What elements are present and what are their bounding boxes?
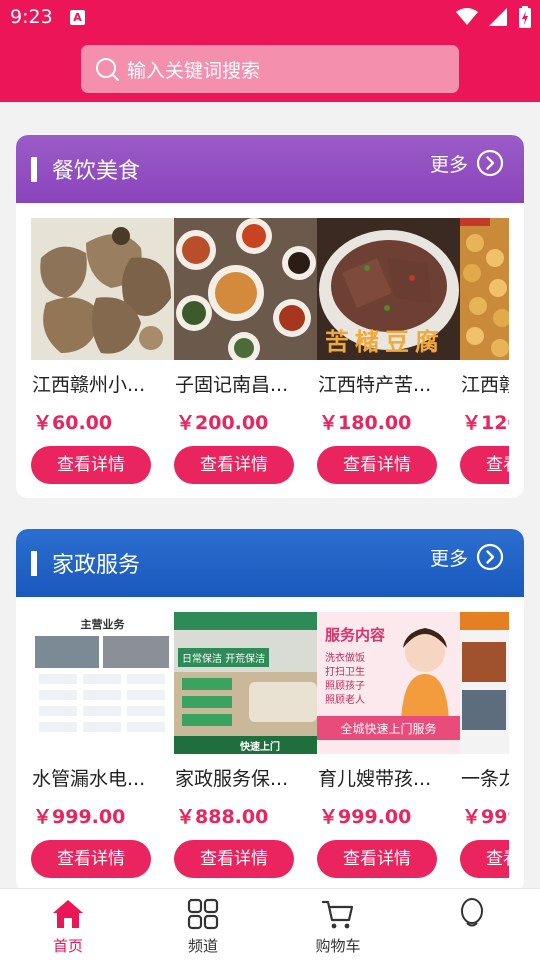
tab-label: 购物车	[315, 937, 361, 955]
more-button[interactable]: 更多	[430, 543, 504, 571]
image-caption: 苦槠豆腐	[325, 328, 445, 356]
product-price: ￥888.00	[176, 806, 269, 828]
image-title: 服务内容	[325, 626, 386, 644]
tab-profile[interactable]	[432, 897, 512, 957]
image-list-item: 照顾老人	[325, 695, 365, 706]
wifi-icon	[456, 8, 478, 25]
section-housekeeping: 家政服务 更多 主营业务 水管漏水电... ￥999.00 查看详情 日常保洁 …	[16, 529, 524, 888]
image-title: 主营业务	[80, 618, 125, 631]
product-card[interactable]: 日常保洁 开荒保洁 快速上门 家政服务保... ￥888.00 查看详情	[174, 612, 317, 882]
image-title: 日常保洁 开荒保洁	[178, 648, 270, 667]
product-price: ￥60.00	[33, 412, 113, 434]
grid-icon	[187, 898, 219, 930]
product-name: 江西赣州小...	[32, 374, 146, 396]
search-input[interactable]: 输入关键词搜索	[127, 56, 260, 83]
header: 输入关键词搜索	[0, 36, 540, 102]
cart-icon	[321, 900, 354, 929]
more-label: 更多	[429, 547, 468, 570]
view-details-button[interactable]: 查看详情	[460, 840, 509, 878]
product-price: ￥200.00	[176, 412, 269, 434]
battery-icon	[519, 6, 531, 28]
more-label: 更多	[429, 153, 468, 176]
tab-cart[interactable]: 购物车	[298, 897, 378, 957]
product-price: ￥999.00	[319, 806, 412, 828]
more-button[interactable]: 更多	[430, 149, 504, 177]
view-details-button[interactable]: 查看详情	[31, 446, 151, 484]
image-footer: 全城快速上门服务	[340, 722, 437, 736]
product-image[interactable]: 苦槠豆腐	[317, 218, 460, 360]
product-name: 水管漏水电...	[32, 768, 146, 790]
tab-channel[interactable]: 频道	[163, 897, 243, 957]
tab-label: 首页	[52, 937, 83, 955]
product-image[interactable]	[174, 218, 317, 360]
product-card[interactable]: 服务内容 洗衣做饭 打扫卫生 照顾孩子 照顾老人 全城快速上门服务 育儿嫂带孩.…	[317, 612, 460, 882]
image-list-item: 打扫卫生	[325, 667, 365, 678]
product-image[interactable]: 服务内容 洗衣做饭 打扫卫生 照顾孩子 照顾老人 全城快速上门服务	[317, 612, 460, 754]
content-scroll[interactable]: 餐饮美食 更多 江西赣州小... ￥60.00 查看详情 子固记南昌... ￥2…	[0, 102, 540, 888]
section-header: 餐饮美食 更多	[16, 135, 524, 203]
view-details-button[interactable]: 查看详情	[317, 840, 437, 878]
search-bar[interactable]: 输入关键词搜索	[81, 45, 459, 93]
product-carousel[interactable]: 江西赣州小... ￥60.00 查看详情 子固记南昌... ￥200.00 查看…	[31, 218, 509, 488]
product-name: 一条龙...	[461, 768, 509, 790]
bottom-tab-bar: 首页 频道 购物车	[0, 888, 540, 960]
section-header: 家政服务 更多	[16, 529, 524, 597]
product-name: 家政服务保...	[175, 768, 289, 790]
product-card[interactable]: 子固记南昌... ￥200.00 查看详情	[174, 218, 317, 488]
product-price: ￥999.00	[462, 806, 509, 828]
product-card[interactable]: 苦槠豆腐 江西特产苦... ￥180.00 查看详情	[317, 218, 460, 488]
view-details-button[interactable]: 查看详情	[460, 446, 509, 484]
notification-icon: A	[70, 10, 85, 25]
product-name: 江西特产苦...	[318, 374, 432, 396]
product-card[interactable]: 江西赣... ￥120.00 查看详情	[460, 218, 509, 488]
product-carousel[interactable]: 主营业务 水管漏水电... ￥999.00 查看详情 日常保洁 开荒保洁 快速上…	[31, 612, 509, 882]
product-card[interactable]: 一条龙... ￥999.00 查看详情	[460, 612, 509, 882]
product-card[interactable]: 江西赣州小... ￥60.00 查看详情	[31, 218, 174, 488]
signal-icon	[489, 8, 507, 26]
image-service-list: 洗衣做饭 打扫卫生 照顾孩子 照顾老人	[325, 652, 365, 708]
view-details-button[interactable]: 查看详情	[174, 446, 294, 484]
home-icon	[53, 900, 83, 928]
product-name: 子固记南昌...	[175, 374, 289, 396]
status-bar: 9:23 A	[0, 0, 540, 36]
product-name: 江西赣...	[461, 374, 509, 396]
section-accent-bar	[31, 157, 37, 182]
product-price: ￥180.00	[319, 412, 412, 434]
product-name: 育儿嫂带孩...	[318, 768, 432, 790]
chevron-right-circle-icon	[476, 149, 504, 177]
product-price: ￥120.00	[462, 412, 509, 434]
tab-label: 频道	[187, 937, 218, 955]
view-details-button[interactable]: 查看详情	[317, 446, 437, 484]
view-details-button[interactable]: 查看详情	[174, 840, 294, 878]
product-image[interactable]	[460, 218, 509, 360]
section-title: 餐饮美食	[52, 159, 141, 184]
section-accent-bar	[31, 551, 37, 576]
tab-home[interactable]: 首页	[28, 897, 108, 957]
section-title: 家政服务	[52, 553, 141, 578]
section-food: 餐饮美食 更多 江西赣州小... ￥60.00 查看详情 子固记南昌... ￥2…	[16, 135, 524, 498]
product-image[interactable]	[31, 218, 174, 360]
product-image[interactable]: 主营业务	[31, 612, 174, 754]
image-list-item: 洗衣做饭	[325, 653, 365, 664]
product-price: ￥999.00	[33, 806, 126, 828]
image-list-item: 照顾孩子	[325, 681, 365, 692]
status-time: 9:23	[10, 6, 53, 28]
product-card[interactable]: 主营业务 水管漏水电... ￥999.00 查看详情	[31, 612, 174, 882]
search-icon	[96, 58, 119, 81]
product-image[interactable]	[460, 612, 509, 754]
image-footer: 快速上门	[240, 742, 280, 753]
status-icons	[456, 6, 532, 28]
profile-icon	[461, 898, 483, 927]
chevron-right-circle-icon	[476, 543, 504, 571]
product-image[interactable]: 日常保洁 开荒保洁 快速上门	[174, 612, 317, 754]
view-details-button[interactable]: 查看详情	[31, 840, 151, 878]
